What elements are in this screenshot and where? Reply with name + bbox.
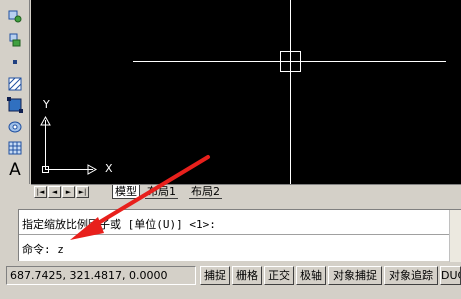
region-icon[interactable] xyxy=(5,117,25,137)
layout-tab-bar: |◄ ◄ ► ►| 模型 布局1 布局2 xyxy=(31,184,461,199)
ortho-button[interactable]: 正交 xyxy=(264,266,294,285)
multiline-text-icon[interactable]: A xyxy=(5,160,25,180)
tab-first-button[interactable]: |◄ xyxy=(34,186,47,198)
tab-prev-glyph: ◄ xyxy=(51,187,58,196)
polar-button[interactable]: 极轴 xyxy=(296,266,326,285)
ducs-button[interactable]: DUCS xyxy=(440,266,461,285)
hatch-icon[interactable] xyxy=(5,74,25,94)
tab-prev-button[interactable]: ◄ xyxy=(48,186,61,198)
drawing-canvas[interactable]: Y X xyxy=(31,0,461,184)
tab-last-button[interactable]: ►| xyxy=(76,186,89,198)
otrack-button[interactable]: 对象追踪 xyxy=(384,266,438,285)
separator xyxy=(0,199,461,209)
crosshair-cursor xyxy=(133,0,446,184)
tab-layout2-label: 布局2 xyxy=(191,185,220,198)
gradient-icon[interactable] xyxy=(5,95,25,115)
tab-model-label: 模型 xyxy=(115,185,137,198)
command-history-line: 指定缩放比例因子或 [单位(U)] <1>: xyxy=(22,218,216,231)
text-tool-glyph: A xyxy=(9,160,21,180)
tab-layout2[interactable]: 布局2 xyxy=(189,185,222,199)
command-prompt[interactable]: 命令: z xyxy=(22,241,64,257)
ucs-x-label: X xyxy=(105,162,113,175)
insert-block-icon[interactable] xyxy=(5,6,25,26)
ucs-icon xyxy=(40,115,98,175)
table-icon[interactable] xyxy=(5,138,25,158)
make-block-icon[interactable] xyxy=(5,30,25,50)
command-divider xyxy=(19,234,461,235)
tab-layout1-label: 布局1 xyxy=(147,185,176,198)
tab-next-glyph: ► xyxy=(65,187,72,196)
command-scrollbar[interactable] xyxy=(449,210,461,262)
command-window[interactable]: 指定缩放比例因子或 [单位(U)] <1>: 命令: z xyxy=(18,209,461,262)
status-bar: 687.7425, 321.4817, 0.0000 捕捉 栅格 正交 极轴 对… xyxy=(0,263,461,299)
tab-first-glyph: |◄ xyxy=(36,187,45,196)
tab-layout1[interactable]: 布局1 xyxy=(145,185,178,199)
ucs-y-label: Y xyxy=(43,98,50,111)
tab-model[interactable]: 模型 xyxy=(112,185,140,199)
osnap-button[interactable]: 对象捕捉 xyxy=(328,266,382,285)
tab-next-button[interactable]: ► xyxy=(62,186,75,198)
tab-last-glyph: ►| xyxy=(78,187,87,196)
draw-toolbar: A xyxy=(0,0,30,184)
point-icon[interactable] xyxy=(5,52,25,72)
snap-button[interactable]: 捕捉 xyxy=(200,266,230,285)
coordinate-readout: 687.7425, 321.4817, 0.0000 xyxy=(6,266,196,285)
grid-button[interactable]: 栅格 xyxy=(232,266,262,285)
